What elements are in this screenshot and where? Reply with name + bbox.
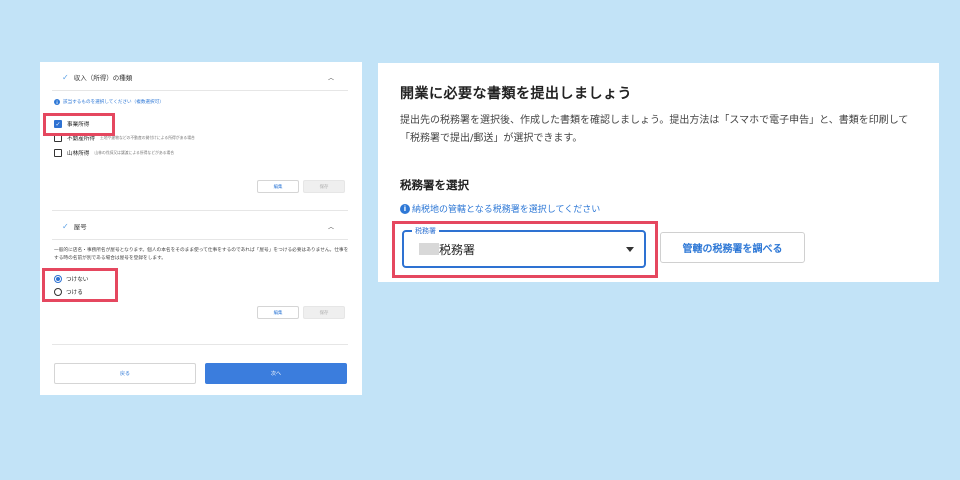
income-section-title: 収入（所得）の種類: [73, 74, 133, 82]
highlight-box: [43, 113, 115, 136]
page-description: 提出先の税務署を選択後、作成した書類を確認しましょう。提出方法は「スマホで電子申…: [400, 115, 909, 144]
yago-save-button[interactable]: 保存: [303, 306, 345, 319]
income-edit-button[interactable]: 編集: [257, 180, 299, 193]
check-icon: ✓: [62, 221, 69, 231]
option-label: 山林所得: [67, 151, 90, 157]
info-icon: i: [400, 203, 410, 214]
page-title: 開業に必要な書類を提出しましょう: [400, 86, 632, 102]
chevron-up-icon[interactable]: ︿: [328, 222, 334, 231]
checkbox-icon[interactable]: [54, 149, 62, 157]
highlight-box: [42, 268, 118, 302]
left-form-panel: ✓ 収入（所得）の種類 ︿ i 該当するものを選択してください（複数選択可） ✓…: [40, 62, 362, 395]
back-button[interactable]: 戻る: [54, 363, 196, 384]
yago-edit-button[interactable]: 編集: [257, 306, 299, 319]
income-info: i 該当するものを選択してください（複数選択可）: [54, 99, 164, 105]
income-section-header[interactable]: ✓ 収入（所得）の種類: [62, 70, 132, 84]
divider: [52, 210, 348, 211]
highlight-box: [392, 221, 658, 278]
tax-office-info: i 納税地の管轄となる税務署を選択してください: [400, 202, 600, 215]
chevron-up-icon[interactable]: ︿: [328, 73, 334, 82]
next-button[interactable]: 次へ: [205, 363, 347, 384]
yago-description: 一般的に店名・事務所名が屋号となります。個人の本名をそのまま使って仕事をするので…: [54, 248, 349, 261]
tax-office-info-text: 納税地の管轄となる税務署を選択してください: [412, 205, 601, 215]
option-desc: 山林の伐採又は譲渡による所得などがある場合: [94, 150, 175, 155]
tax-office-heading: 税務署を選択: [400, 178, 469, 192]
yago-section-header[interactable]: ✓ 屋号: [62, 219, 87, 233]
check-icon: ✓: [62, 72, 69, 82]
right-submission-panel: 開業に必要な書類を提出しましょう 提出先の税務署を選択後、作成した書類を確認しま…: [378, 63, 939, 282]
divider: [52, 90, 348, 91]
income-save-button[interactable]: 保存: [303, 180, 345, 193]
lookup-tax-office-button[interactable]: 管轄の税務署を調べる: [660, 232, 805, 263]
yago-section-title: 屋号: [73, 223, 87, 231]
income-info-text: 該当するものを選択してください（複数選択可）: [63, 100, 164, 105]
divider: [52, 344, 348, 345]
divider: [52, 239, 348, 240]
info-icon: i: [54, 99, 60, 105]
checkbox-forest-income[interactable]: 山林所得 山林の伐採又は譲渡による所得などがある場合: [54, 149, 174, 157]
